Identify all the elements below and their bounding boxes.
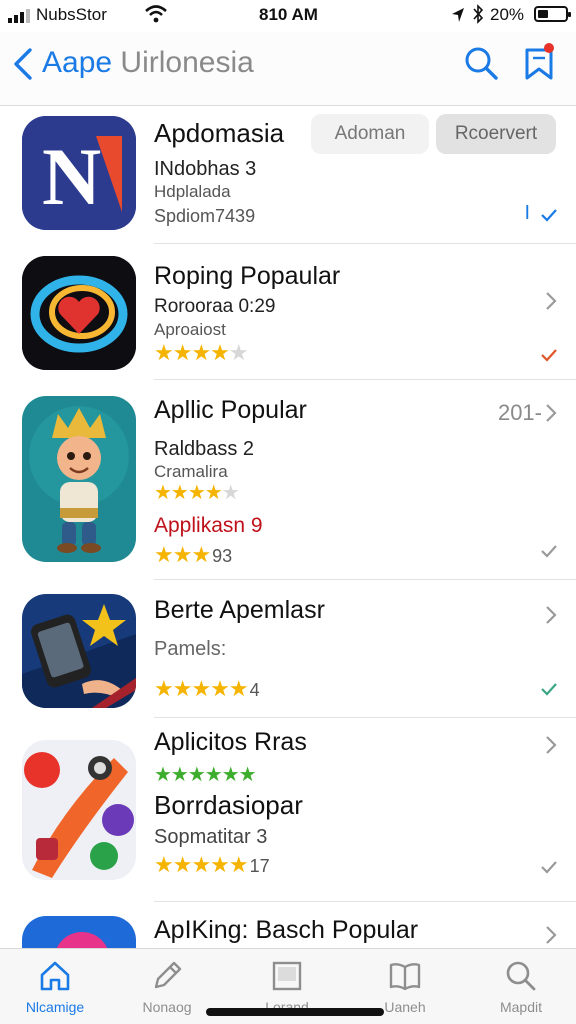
tab-mapdit[interactable]: Mapdit xyxy=(466,949,576,1024)
battery-level xyxy=(538,10,548,18)
rating-count: 4 xyxy=(249,680,260,700)
rating-count: 93 xyxy=(212,546,233,566)
tab-home[interactable]: Nlcamige xyxy=(0,949,110,1024)
pencil-icon xyxy=(154,961,182,989)
side-mark: I xyxy=(524,202,530,224)
location-arrow-icon xyxy=(452,8,464,22)
heart-swirl-icon xyxy=(22,256,136,370)
search-icon[interactable] xyxy=(462,44,500,82)
page-title: Aape Uirlonesia xyxy=(42,46,254,80)
rating-count: 17 xyxy=(249,856,270,876)
rcoervert-button[interactable]: Rcoervert xyxy=(436,114,556,154)
star-rating: ★★★★★ xyxy=(154,480,240,505)
stars-filled: ★★★ xyxy=(154,542,211,567)
chevron-right-icon[interactable] xyxy=(544,604,558,626)
stars-empty: ★ xyxy=(221,482,240,504)
pink-circle-icon xyxy=(22,916,136,948)
list-item-apdomasia[interactable]: N Apdomasia Adoman Rcoervert INdobhas 3 … xyxy=(0,106,576,244)
book-icon xyxy=(389,963,421,991)
list-item-apking-basch-popular[interactable]: ApIKing: Basch Popular xyxy=(0,902,576,948)
app-subtitle: Raldbass 2 xyxy=(154,438,255,460)
bluetooth-icon xyxy=(473,4,484,24)
app-detail: Hdplalada xyxy=(154,182,231,201)
chevron-right-icon[interactable] xyxy=(544,290,558,312)
cartoon-king-icon xyxy=(22,396,136,562)
star-rating-secondary: ★★★ 93 xyxy=(154,542,232,568)
list-item-aplicitos-rras[interactable]: Aplicitos Rras ★★★★★★ Borrdasiopar Sopma… xyxy=(0,718,576,902)
green-star-rating: ★★★★★★ xyxy=(154,764,257,786)
battery-percent: 20% xyxy=(490,5,525,24)
check-icon xyxy=(541,545,557,558)
tab-label: Nlcamige xyxy=(25,999,85,1015)
app-title: Apllic Popular xyxy=(154,396,307,424)
app-detail: Aproaiost xyxy=(154,320,226,339)
app-subtitle: Sopmatitar 3 xyxy=(154,826,268,848)
chevron-right-icon[interactable] xyxy=(544,402,558,424)
app-secondary-title: Borrdasiopar xyxy=(154,790,303,820)
adoman-button[interactable]: Adoman xyxy=(311,114,429,154)
stars-empty: ★ xyxy=(228,340,249,365)
letter-n-icon: N xyxy=(22,116,136,230)
app-meta: Spdiom7439 xyxy=(154,206,256,226)
star-rating: ★★★★★ xyxy=(154,340,249,366)
check-icon xyxy=(541,349,557,362)
svg-text:N: N xyxy=(42,131,101,222)
stars-filled: ★★★★★ xyxy=(154,676,249,701)
square-icon xyxy=(272,961,302,991)
bookmark-icon[interactable] xyxy=(522,42,556,82)
stars-filled: ★★★★ xyxy=(154,340,230,365)
tab-label: Mapdit xyxy=(499,999,543,1015)
check-icon xyxy=(541,683,557,696)
chevron-right-icon[interactable] xyxy=(544,734,558,756)
stars-filled: ★★★★★ xyxy=(154,852,249,877)
wifi-icon xyxy=(145,5,167,23)
creative-apps-icon xyxy=(22,740,136,880)
app-list: N Apdomasia Adoman Rcoervert INdobhas 3 … xyxy=(0,106,576,948)
app-title: Berte Apemlasr xyxy=(154,596,325,624)
star-rating: ★★★★★ 4 xyxy=(154,676,260,702)
check-icon xyxy=(541,209,557,222)
chevron-left-icon[interactable] xyxy=(10,46,36,82)
title-secondary: Uirlonesia xyxy=(120,46,254,79)
list-item-berte-apemlasr[interactable]: Berte Apemlasr Pamels: ★★★★★ 4 xyxy=(0,580,576,718)
list-item-roping-popaular[interactable]: Roping Popaular Rorooraa 0:29 Aproaiost … xyxy=(0,244,576,380)
signal-icon xyxy=(8,9,30,23)
app-title: Apdomasia xyxy=(154,118,285,148)
stars-filled: ★★★★ xyxy=(154,482,223,504)
app-title: Roping Popaular xyxy=(154,262,341,290)
phone-star-icon xyxy=(22,594,136,708)
app-version: 201- xyxy=(497,400,542,425)
battery-icon xyxy=(534,6,571,22)
app-subtitle: Rorooraa 0:29 xyxy=(154,296,276,317)
home-indicator[interactable] xyxy=(206,1008,384,1016)
carrier-name: NubsStor xyxy=(36,5,107,24)
app-title: ApIKing: Basch Popular xyxy=(154,916,419,944)
status-bar: NubsStor 810 AM 20% xyxy=(0,0,576,32)
app-title: Aplicitos Rras xyxy=(154,728,307,756)
clock-time: 810 AM xyxy=(259,5,318,24)
app-detail: Cramalira xyxy=(154,462,228,481)
chevron-right-icon[interactable] xyxy=(544,924,558,946)
title-primary[interactable]: Aape xyxy=(42,46,112,79)
home-icon xyxy=(40,961,70,991)
app-subtitle: Pamels: xyxy=(154,638,227,660)
app-highlight-label: Applikasn 9 xyxy=(154,514,263,537)
star-rating: ★★★★★ 17 xyxy=(154,852,270,878)
navigation-bar: Aape Uirlonesia xyxy=(0,32,576,106)
list-item-apllic-popular[interactable]: Apllic Popular 201- Raldbass 2 Cramalira… xyxy=(0,380,576,580)
app-subtitle: INdobhas 3 xyxy=(154,158,257,180)
check-icon xyxy=(541,861,557,874)
search-icon xyxy=(506,961,536,991)
